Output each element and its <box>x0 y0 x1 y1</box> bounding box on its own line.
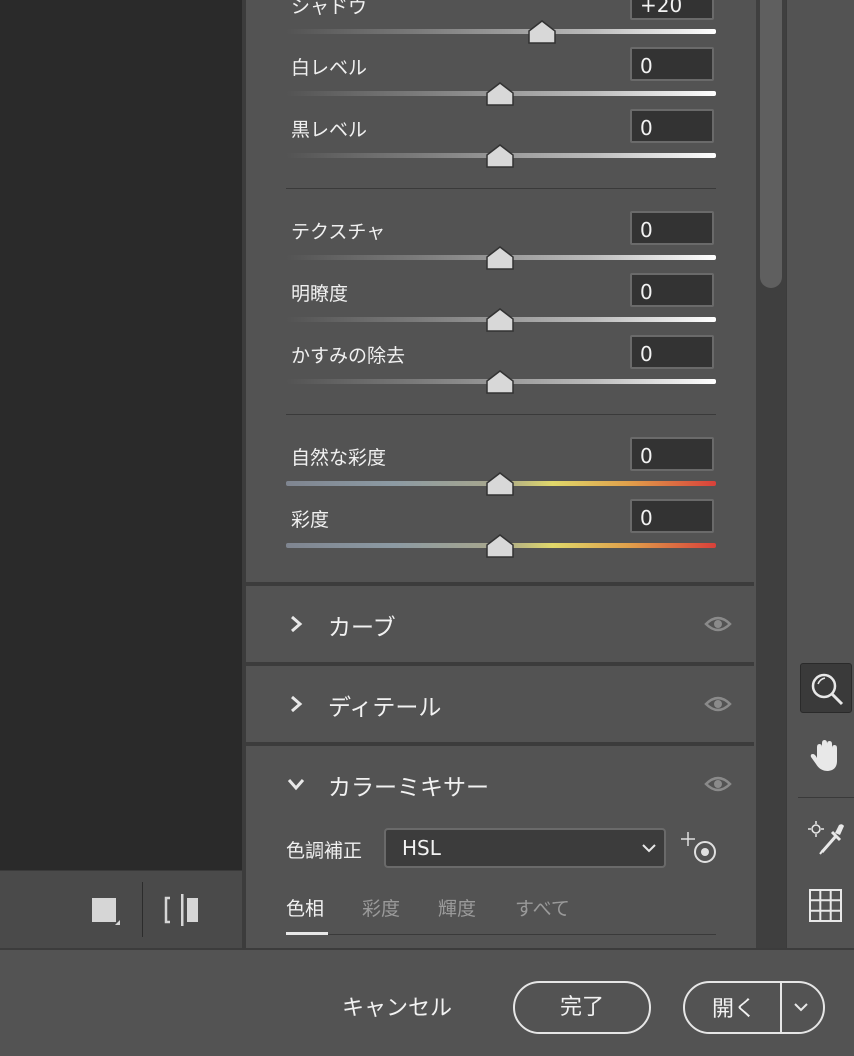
chevron-down-icon[interactable] <box>286 774 306 794</box>
section-curve[interactable] <box>246 582 754 660</box>
slider-label-clarity: 明瞭度 <box>291 283 349 305</box>
texture-slider-thumb[interactable] <box>486 246 514 270</box>
blacks-slider-thumb[interactable] <box>486 144 514 168</box>
tab-luminance[interactable]: 輝度 <box>438 894 476 921</box>
chevron-down-icon <box>642 844 656 853</box>
preview-toolbar <box>0 870 242 948</box>
section-detail[interactable] <box>246 662 754 740</box>
tone-adjust-label: 色調補正 <box>286 840 363 862</box>
slider-label-shadows: シャドウ <box>291 0 368 18</box>
shadows-slider-thumb[interactable] <box>528 20 556 44</box>
grid-icon <box>809 889 842 922</box>
shadows-slider-track[interactable] <box>286 29 716 34</box>
eyedropper-icon <box>808 821 844 855</box>
tool-separator <box>798 797 854 798</box>
group-separator <box>286 188 716 189</box>
open-button-divider <box>780 983 782 1032</box>
saturation-value-field[interactable]: 0 <box>630 499 714 533</box>
slider-label-whites: 白レベル <box>291 57 368 79</box>
vibrance-slider-thumb[interactable] <box>486 472 514 496</box>
before-after-icon[interactable] <box>164 894 200 926</box>
clarity-value-field[interactable]: 0 <box>630 273 714 307</box>
slider-label-vibrance: 自然な彩度 <box>291 447 387 469</box>
whites-value-field[interactable]: 0 <box>630 47 714 81</box>
tool-column <box>786 0 854 948</box>
cancel-button[interactable]: キャンセル <box>342 990 452 1022</box>
grid-tool-button[interactable] <box>800 880 852 930</box>
dehaze-slider-thumb[interactable] <box>486 370 514 394</box>
eye-icon[interactable] <box>704 694 732 714</box>
tab-baseline <box>286 934 716 935</box>
scrollbar-thumb[interactable] <box>760 0 782 288</box>
slider-label-texture: テクスチャ <box>291 221 386 243</box>
slider-label-dehaze: かすみの除去 <box>291 345 406 367</box>
targeted-adjustment-icon[interactable] <box>678 830 718 866</box>
whites-slider-thumb[interactable] <box>486 82 514 106</box>
dehaze-value-field[interactable]: 0 <box>630 335 714 369</box>
slider-label-blacks: 黒レベル <box>291 119 368 141</box>
hand-icon <box>810 740 837 771</box>
blacks-value-field[interactable]: 0 <box>630 109 714 143</box>
done-button[interactable]: 完了 <box>513 981 651 1034</box>
clarity-slider-thumb[interactable] <box>486 308 514 332</box>
zoom-icon <box>811 673 844 706</box>
section-title-detail: ディテール <box>328 695 442 721</box>
shadows-value-field[interactable]: +20 <box>630 0 714 20</box>
slider-label-saturation: 彩度 <box>291 509 330 531</box>
section-title-color-mixer: カラーミキサー <box>328 775 489 801</box>
chevron-right-icon[interactable] <box>286 694 306 714</box>
vibrance-value-field[interactable]: 0 <box>630 437 714 471</box>
chevron-right-icon[interactable] <box>286 614 306 634</box>
view-mode-icon[interactable] <box>92 898 116 922</box>
group-separator <box>286 414 716 415</box>
texture-value-field[interactable]: 0 <box>630 211 714 245</box>
open-button-label: 開く <box>712 997 757 1022</box>
zoom-tool-button[interactable] <box>800 663 852 713</box>
tab-hue[interactable]: 色相 <box>286 894 324 921</box>
image-preview <box>0 0 242 870</box>
view-mode-corner <box>115 920 120 925</box>
tab-saturation[interactable]: 彩度 <box>362 894 400 921</box>
section-title-curve: カーブ <box>328 615 396 641</box>
chevron-down-icon[interactable] <box>792 1000 810 1014</box>
tab-all[interactable]: すべて <box>515 894 570 921</box>
hand-tool-button[interactable] <box>800 730 852 780</box>
active-tab-indicator <box>286 932 328 935</box>
eye-icon[interactable] <box>704 774 732 794</box>
eyedropper-tool-button[interactable] <box>800 812 852 862</box>
eye-icon[interactable] <box>704 614 732 634</box>
toolbar-divider <box>142 882 143 937</box>
saturation-slider-thumb[interactable] <box>486 534 514 558</box>
tone-adjust-value: HSL <box>402 836 441 860</box>
